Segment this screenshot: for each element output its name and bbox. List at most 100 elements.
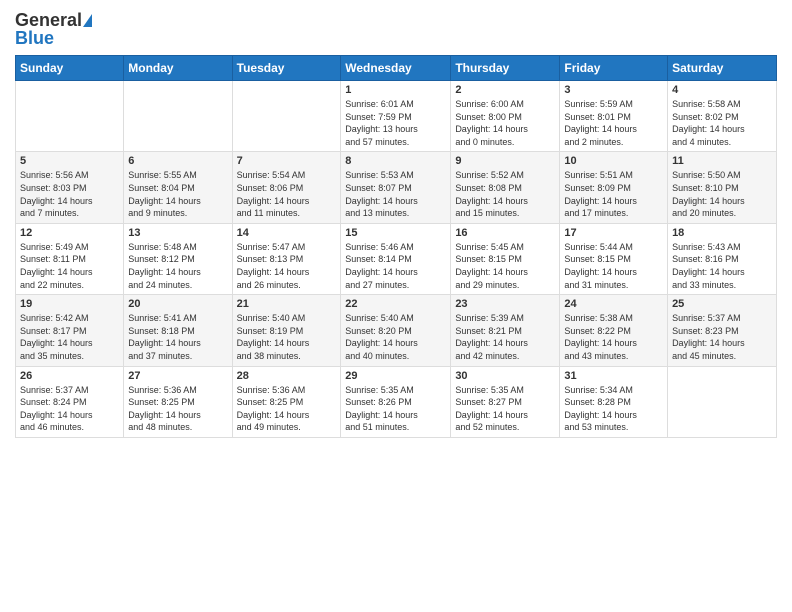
- day-number: 5: [20, 155, 119, 167]
- day-info: Sunrise: 5:49 AM Sunset: 8:11 PM Dayligh…: [20, 241, 119, 291]
- day-number: 31: [564, 370, 663, 382]
- day-number: 30: [455, 370, 555, 382]
- calendar-cell: 14Sunrise: 5:47 AM Sunset: 8:13 PM Dayli…: [232, 223, 341, 294]
- calendar-cell: 3 Sunrise: 5:59 AM Sunset: 8:01 PM Daylig…: [560, 81, 668, 152]
- day-number: 13: [128, 227, 227, 239]
- day-number: 27: [128, 370, 227, 382]
- logo: General Blue: [15, 10, 92, 49]
- day-number: 23: [455, 298, 555, 310]
- day-number: 7: [237, 155, 337, 167]
- day-number: 2: [455, 84, 555, 96]
- calendar-cell: 8 Sunrise: 5:53 AM Sunset: 8:07 PM Daylig…: [341, 152, 451, 223]
- day-info: Sunrise: 5:56 AM Sunset: 8:03 PM Dayligh…: [20, 169, 119, 219]
- day-info: Sunrise: 5:39 AM Sunset: 8:21 PM Dayligh…: [455, 312, 555, 362]
- day-number: 26: [20, 370, 119, 382]
- calendar-header-row: SundayMondayTuesdayWednesdayThursdayFrid…: [16, 56, 777, 81]
- day-number: 21: [237, 298, 337, 310]
- day-info: Sunrise: 5:58 AM Sunset: 8:02 PM Dayligh…: [672, 98, 772, 148]
- calendar-cell: 31 Sunrise: 5:34 AM Sunset: 8:28 PM Dayli…: [560, 366, 668, 437]
- day-info: Sunrise: 5:46 AM Sunset: 8:14 PM Dayligh…: [345, 241, 446, 291]
- calendar-cell: 12 Sunrise: 5:49 AM Sunset: 8:11 PM Dayli…: [16, 223, 124, 294]
- day-number: 22: [345, 298, 446, 310]
- column-header-monday: Monday: [124, 56, 232, 81]
- day-number: 3: [564, 84, 663, 96]
- calendar-cell: 26 Sunrise: 5:37 AM Sunset: 8:24 PM Dayli…: [16, 366, 124, 437]
- day-info: Sunrise: 5:41 AM Sunset: 8:18 PM Dayligh…: [128, 312, 227, 362]
- day-number: 9: [455, 155, 555, 167]
- calendar-cell: 4 Sunrise: 5:58 AM Sunset: 8:02 PM Daylig…: [668, 81, 777, 152]
- column-header-saturday: Saturday: [668, 56, 777, 81]
- day-info: Sunrise: 5:54 AM Sunset: 8:06 PM Dayligh…: [237, 169, 337, 219]
- day-info: Sunrise: 6:01 AM Sunset: 7:59 PM Dayligh…: [345, 98, 446, 148]
- column-header-sunday: Sunday: [16, 56, 124, 81]
- day-number: 18: [672, 227, 772, 239]
- calendar-week-row: 26 Sunrise: 5:37 AM Sunset: 8:24 PM Dayli…: [16, 366, 777, 437]
- calendar-cell: 29Sunrise: 5:35 AM Sunset: 8:26 PM Dayli…: [341, 366, 451, 437]
- day-info: Sunrise: 5:37 AM Sunset: 8:24 PM Dayligh…: [20, 384, 119, 434]
- calendar-cell: 21 Sunrise: 5:40 AM Sunset: 8:19 PM Dayli…: [232, 295, 341, 366]
- column-header-wednesday: Wednesday: [341, 56, 451, 81]
- calendar-cell: 17 Sunrise: 5:44 AM Sunset: 8:15 PM Dayli…: [560, 223, 668, 294]
- day-info: Sunrise: 5:47 AM Sunset: 8:13 PM Dayligh…: [237, 241, 337, 291]
- day-info: Sunrise: 5:36 AM Sunset: 8:25 PM Dayligh…: [128, 384, 227, 434]
- calendar-cell: 2 Sunrise: 6:00 AM Sunset: 8:00 PM Daylig…: [451, 81, 560, 152]
- day-info: Sunrise: 5:45 AM Sunset: 8:15 PM Dayligh…: [455, 241, 555, 291]
- day-info: Sunrise: 5:51 AM Sunset: 8:09 PM Dayligh…: [564, 169, 663, 219]
- calendar-week-row: 1Sunrise: 6:01 AM Sunset: 7:59 PM Daylig…: [16, 81, 777, 152]
- day-info: Sunrise: 5:52 AM Sunset: 8:08 PM Dayligh…: [455, 169, 555, 219]
- calendar-cell: 22Sunrise: 5:40 AM Sunset: 8:20 PM Dayli…: [341, 295, 451, 366]
- day-number: 25: [672, 298, 772, 310]
- day-number: 6: [128, 155, 227, 167]
- day-number: 20: [128, 298, 227, 310]
- calendar-cell: [232, 81, 341, 152]
- day-info: Sunrise: 5:42 AM Sunset: 8:17 PM Dayligh…: [20, 312, 119, 362]
- calendar-cell: 7 Sunrise: 5:54 AM Sunset: 8:06 PM Daylig…: [232, 152, 341, 223]
- day-info: Sunrise: 5:43 AM Sunset: 8:16 PM Dayligh…: [672, 241, 772, 291]
- day-number: 24: [564, 298, 663, 310]
- day-number: 4: [672, 84, 772, 96]
- day-info: Sunrise: 5:35 AM Sunset: 8:27 PM Dayligh…: [455, 384, 555, 434]
- column-header-friday: Friday: [560, 56, 668, 81]
- day-info: Sunrise: 5:59 AM Sunset: 8:01 PM Dayligh…: [564, 98, 663, 148]
- day-info: Sunrise: 5:53 AM Sunset: 8:07 PM Dayligh…: [345, 169, 446, 219]
- calendar-cell: 27 Sunrise: 5:36 AM Sunset: 8:25 PM Dayli…: [124, 366, 232, 437]
- day-info: Sunrise: 5:50 AM Sunset: 8:10 PM Dayligh…: [672, 169, 772, 219]
- day-number: 8: [345, 155, 446, 167]
- calendar-cell: 13 Sunrise: 5:48 AM Sunset: 8:12 PM Dayli…: [124, 223, 232, 294]
- day-info: Sunrise: 5:55 AM Sunset: 8:04 PM Dayligh…: [128, 169, 227, 219]
- day-info: Sunrise: 5:44 AM Sunset: 8:15 PM Dayligh…: [564, 241, 663, 291]
- logo-triangle-icon: [83, 14, 92, 27]
- day-number: 12: [20, 227, 119, 239]
- calendar-cell: [16, 81, 124, 152]
- header: General Blue: [15, 10, 777, 49]
- calendar-week-row: 12 Sunrise: 5:49 AM Sunset: 8:11 PM Dayli…: [16, 223, 777, 294]
- calendar-cell: 9 Sunrise: 5:52 AM Sunset: 8:08 PM Daylig…: [451, 152, 560, 223]
- column-header-tuesday: Tuesday: [232, 56, 341, 81]
- day-info: Sunrise: 6:00 AM Sunset: 8:00 PM Dayligh…: [455, 98, 555, 148]
- day-info: Sunrise: 5:34 AM Sunset: 8:28 PM Dayligh…: [564, 384, 663, 434]
- calendar-cell: [668, 366, 777, 437]
- day-info: Sunrise: 5:40 AM Sunset: 8:19 PM Dayligh…: [237, 312, 337, 362]
- calendar-cell: 16 Sunrise: 5:45 AM Sunset: 8:15 PM Dayli…: [451, 223, 560, 294]
- day-number: 17: [564, 227, 663, 239]
- day-number: 11: [672, 155, 772, 167]
- day-info: Sunrise: 5:37 AM Sunset: 8:23 PM Dayligh…: [672, 312, 772, 362]
- day-number: 15: [345, 227, 446, 239]
- day-number: 16: [455, 227, 555, 239]
- calendar-cell: 6 Sunrise: 5:55 AM Sunset: 8:04 PM Daylig…: [124, 152, 232, 223]
- calendar-week-row: 19 Sunrise: 5:42 AM Sunset: 8:17 PM Dayli…: [16, 295, 777, 366]
- calendar-week-row: 5 Sunrise: 5:56 AM Sunset: 8:03 PM Daylig…: [16, 152, 777, 223]
- day-number: 29: [345, 370, 446, 382]
- calendar-cell: 25 Sunrise: 5:37 AM Sunset: 8:23 PM Dayli…: [668, 295, 777, 366]
- calendar-cell: 11 Sunrise: 5:50 AM Sunset: 8:10 PM Dayli…: [668, 152, 777, 223]
- day-number: 10: [564, 155, 663, 167]
- calendar-cell: 20 Sunrise: 5:41 AM Sunset: 8:18 PM Dayli…: [124, 295, 232, 366]
- calendar-cell: 23 Sunrise: 5:39 AM Sunset: 8:21 PM Dayli…: [451, 295, 560, 366]
- day-info: Sunrise: 5:48 AM Sunset: 8:12 PM Dayligh…: [128, 241, 227, 291]
- day-info: Sunrise: 5:36 AM Sunset: 8:25 PM Dayligh…: [237, 384, 337, 434]
- calendar-page: General Blue SundayMondayTuesdayWednesda…: [0, 0, 792, 612]
- calendar-cell: 10 Sunrise: 5:51 AM Sunset: 8:09 PM Dayli…: [560, 152, 668, 223]
- day-number: 28: [237, 370, 337, 382]
- calendar-cell: 19 Sunrise: 5:42 AM Sunset: 8:17 PM Dayli…: [16, 295, 124, 366]
- day-number: 19: [20, 298, 119, 310]
